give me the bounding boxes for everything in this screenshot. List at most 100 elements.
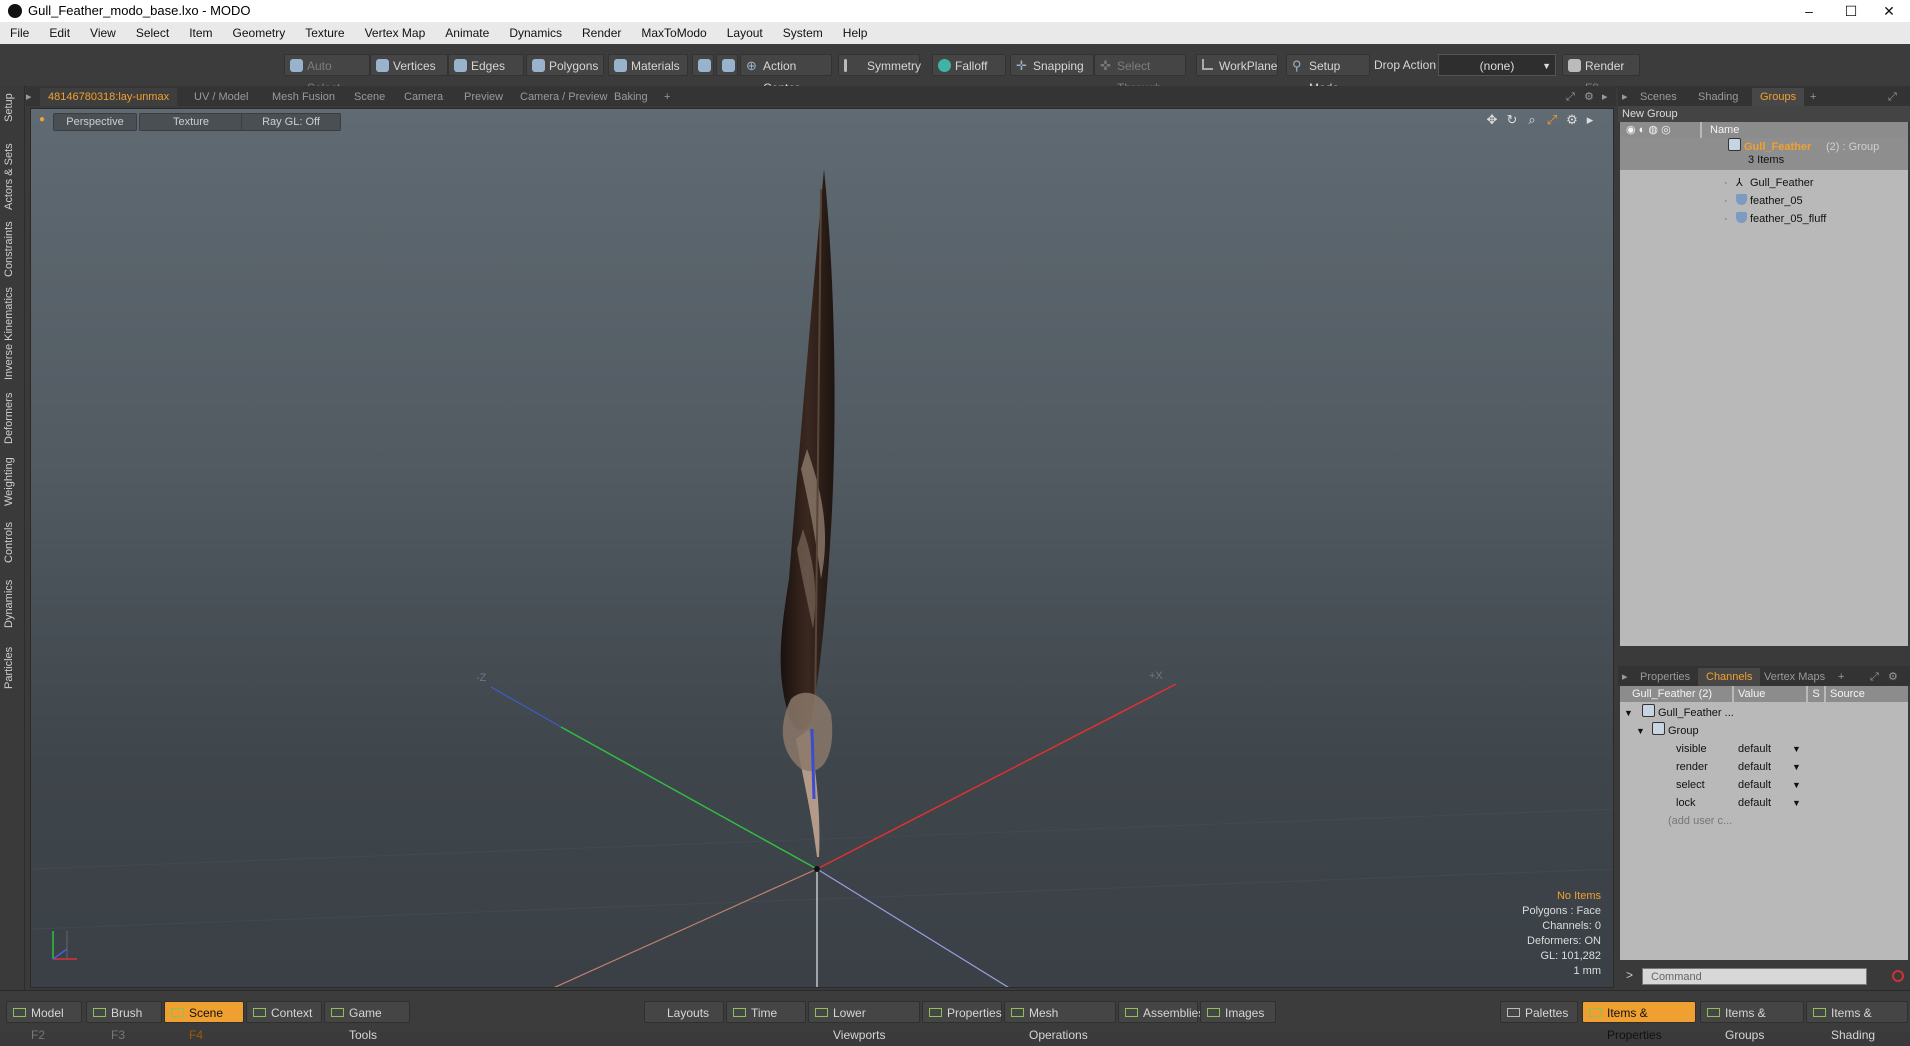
menu-edit[interactable]: Edit [39,22,80,44]
tab-vertex-maps[interactable]: Vertex Maps [1756,668,1833,686]
brush-layout-button[interactable]: Brush F3 [86,1001,162,1042]
tab-scenes[interactable]: Scenes [1632,88,1685,106]
panel-menu-icon[interactable]: ▸ [1618,88,1632,106]
layout-options-icon[interactable]: ▸ [26,88,38,106]
add-panel-tab[interactable]: + [1802,88,1824,106]
tab-inverse-kinematics[interactable]: Inverse Kinematics [3,286,21,382]
layouts-button[interactable]: Layouts [644,1001,724,1023]
expand-triangle-icon[interactable]: ▼ [1624,704,1633,722]
selection-lock-button[interactable] [716,54,738,76]
tab-groups[interactable]: Groups [1752,88,1805,106]
tab-setup[interactable]: Setup [3,90,21,126]
panel-menu-icon[interactable]: ▸ [1618,668,1632,686]
selection-set-button[interactable] [692,54,714,76]
symmetry-button[interactable]: Symmetry [838,54,921,76]
tab-controls[interactable]: Controls [3,518,21,568]
tab-lay-unmax[interactable]: 48146780318:lay-unmax [40,88,178,106]
workplane-button[interactable]: WorkPlane [1196,54,1278,76]
source-column-header[interactable]: Source [1826,686,1908,702]
menu-vertex-map[interactable]: Vertex Map [355,22,436,44]
channel-group-row[interactable]: ▼ Group [1620,722,1908,740]
chevron-down-icon[interactable]: ▼ [1792,794,1801,812]
setup-mode-button[interactable]: ⚲Setup Mode [1286,54,1370,95]
menu-file[interactable]: File [0,22,39,44]
channel-row-render[interactable]: render default ▼ [1620,758,1908,776]
menu-texture[interactable]: Texture [295,22,354,44]
properties-button[interactable]: Properties [922,1001,1002,1023]
add-user-channel-row[interactable]: (add user c... [1620,812,1908,830]
tab-weighting[interactable]: Weighting [3,454,21,510]
tab-constraints[interactable]: Constraints [3,218,21,280]
menu-item[interactable]: Item [179,22,222,44]
list-item[interactable]: · ⅄ Gull_Feather [1620,174,1908,192]
scene-layout-button[interactable]: Scene F4 [164,1001,244,1042]
palettes-button[interactable]: Palettes [1500,1001,1578,1023]
model-layout-button[interactable]: Model F2 [6,1001,82,1042]
items-shading-button[interactable]: Items & Shading [1806,1001,1908,1042]
item-column-header[interactable]: Gull_Feather (2) [1620,686,1732,702]
menu-maxtomodo[interactable]: MaxToModo [631,22,716,44]
items-groups-button[interactable]: Items & Groups [1700,1001,1804,1042]
tab-preview[interactable]: Preview [456,88,511,106]
menu-animate[interactable]: Animate [435,22,499,44]
channel-value-visible[interactable]: default [1738,740,1771,758]
tab-camera[interactable]: Camera [396,88,451,106]
expand-icon[interactable]: ⤢ [1566,88,1575,106]
game-tools-button[interactable]: Game Tools [324,1001,410,1042]
tab-dynamics[interactable]: Dynamics [3,576,21,632]
tab-uv-model[interactable]: UV / Model [186,88,256,106]
tab-baking[interactable]: Baking [606,88,656,106]
menu-geometry[interactable]: Geometry [223,22,296,44]
tab-deformers[interactable]: Deformers [3,390,21,446]
tab-channels[interactable]: Channels [1698,668,1761,686]
channel-value-render[interactable]: default [1738,758,1771,776]
channel-value-select[interactable]: default [1738,776,1771,794]
menu-layout[interactable]: Layout [717,22,773,44]
command-record-icon[interactable] [1892,970,1904,982]
chevron-down-icon[interactable]: ▼ [1792,776,1801,794]
menu-view[interactable]: View [80,22,126,44]
minimize-button[interactable]: – [1786,0,1832,22]
panel-gear-icon[interactable]: ⚙ [1888,668,1898,686]
tab-properties[interactable]: Properties [1632,668,1698,686]
channel-value-lock[interactable]: default [1738,794,1771,812]
value-column-header[interactable]: Value [1734,686,1806,702]
render-button[interactable]: Render F9 [1562,54,1640,95]
drop-action-select[interactable]: (none) ▼ [1438,54,1556,76]
new-group-button[interactable]: New Group [1618,106,1910,122]
edges-button[interactable]: Edges [448,54,524,76]
3d-viewport[interactable]: ● Perspective Texture Ray GL: Off ✥ ↻ ⌕ … [30,108,1614,988]
tab-scene[interactable]: Scene [346,88,393,106]
channel-root-row[interactable]: ▼ Gull_Feather ... [1620,704,1908,722]
polygons-button[interactable]: Polygons [526,54,604,76]
materials-button[interactable]: Materials [608,54,688,76]
list-item[interactable]: · feather_05_fluff [1620,210,1908,228]
add-tab-button[interactable]: + [656,88,678,106]
channel-row-lock[interactable]: lock default ▼ [1620,794,1908,812]
tab-particles[interactable]: Particles [3,640,21,696]
channel-row-select[interactable]: select default ▼ [1620,776,1908,794]
name-column-header[interactable]: Name [1702,122,1908,138]
lower-viewports-button[interactable]: Lower Viewports [808,1001,920,1042]
command-input[interactable]: Command [1642,968,1867,985]
list-item[interactable]: · feather_05 [1620,192,1908,210]
snapping-button[interactable]: ✛ Snapping [1010,54,1094,76]
mesh-operations-button[interactable]: Mesh Operations [1004,1001,1116,1042]
s-column-header[interactable]: S [1808,686,1824,702]
menu-help[interactable]: Help [833,22,878,44]
chevron-down-icon[interactable]: ▼ [1792,758,1801,776]
channel-row-visible[interactable]: visible default ▼ [1620,740,1908,758]
group-row-gull-feather[interactable]: Gull_Feather (2) : Group 3 Items [1620,138,1908,170]
context-layout-button[interactable]: Context [246,1001,322,1023]
select-through-button[interactable]: ✜Select Through [1094,54,1186,95]
assemblies-button[interactable]: Assemblies [1118,1001,1204,1023]
images-button[interactable]: Images [1200,1001,1276,1023]
gear-icon[interactable]: ⚙ [1584,88,1594,106]
tab-camera-preview[interactable]: Camera / Preview [512,88,615,106]
auto-select-button[interactable]: Auto Select [284,54,370,95]
close-button[interactable]: ✕ [1866,0,1910,22]
chevron-down-icon[interactable]: ▼ [1792,740,1801,758]
menu-system[interactable]: System [773,22,833,44]
panel-expand-icon[interactable]: ⤢ [1888,88,1897,106]
falloff-button[interactable]: Falloff [932,54,1006,76]
